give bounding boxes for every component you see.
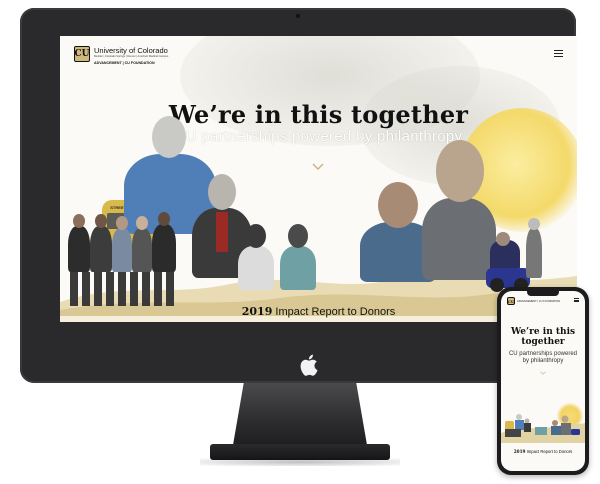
mobile-report-year: 2019 — [513, 449, 526, 454]
mobile-cu-logo-mark: CU — [507, 297, 515, 305]
cu-logo-mark: CU — [74, 46, 90, 62]
imac-device: CU University of Colorado Boulder | Colo… — [20, 8, 577, 383]
mobile-brand-name: ADVANCEMENT | CU FOUNDATION — [517, 299, 561, 303]
division-label: ADVANCEMENT | CU FOUNDATION — [94, 61, 155, 65]
mobile-hero-title-line2: together — [521, 337, 565, 347]
mobile-impact-report-title: 2019 Impact Report to Donors — [501, 449, 585, 454]
mobile-chevron-down-icon[interactable] — [540, 371, 546, 375]
imac-camera — [296, 14, 300, 18]
chevron-down-icon[interactable] — [312, 162, 324, 172]
cu-logo[interactable]: CU University of Colorado Boulder | Colo… — [74, 46, 168, 65]
report-label: Impact Report to Donors — [275, 306, 396, 318]
campus-list: Boulder | Colorado Springs | Denver | An… — [94, 55, 169, 58]
university-name: University of Colorado — [94, 46, 168, 55]
mobile-report-label: Impact Report to Donors — [526, 449, 573, 454]
mobile-hamburger-menu-icon[interactable] — [574, 298, 579, 302]
iphone-device: CU ADVANCEMENT | CU FOUNDATION We’re in … — [497, 287, 589, 475]
mobile-photo-collage — [501, 414, 585, 443]
phone-notch — [527, 291, 559, 296]
person-in-wheelchair — [480, 218, 550, 292]
apple-logo-icon — [300, 354, 318, 376]
mobile-hero-title: We’re in this together — [501, 327, 585, 347]
mobile-website: CU ADVANCEMENT | CU FOUNDATION We’re in … — [501, 291, 585, 471]
report-year: 2019 — [241, 305, 273, 318]
imac-stand — [233, 383, 367, 445]
mobile-hero-title-line1: We’re in this — [510, 327, 576, 337]
mobile-cu-logo[interactable]: CU ADVANCEMENT | CU FOUNDATION — [507, 297, 560, 305]
person-photo — [238, 222, 318, 292]
hamburger-menu-icon[interactable] — [554, 50, 563, 57]
mobile-hero-subtitle: CU partnerships powered by philanthropy — [508, 351, 578, 364]
desktop-website: CU University of Colorado Boulder | Colo… — [60, 36, 577, 322]
person-photo — [68, 212, 188, 312]
imac-shadow — [200, 458, 400, 466]
